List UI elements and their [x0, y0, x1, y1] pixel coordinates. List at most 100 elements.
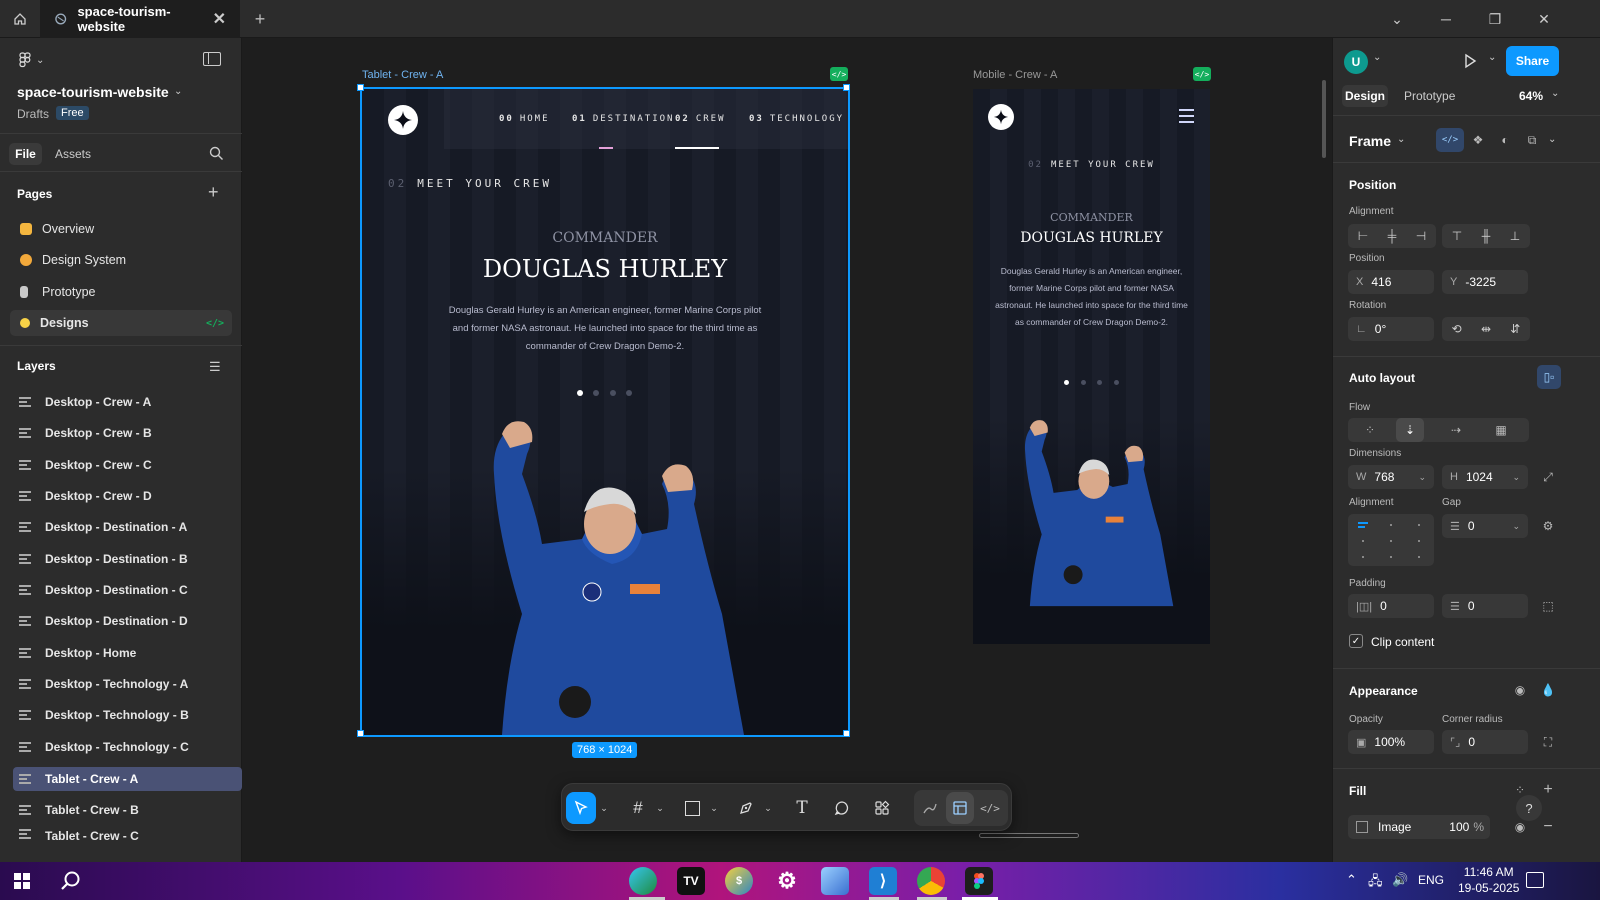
- layer-item[interactable]: Desktop - Home: [13, 641, 242, 665]
- vscode-icon[interactable]: ⟩: [869, 867, 897, 895]
- advanced-layout-icon[interactable]: ⚙: [1534, 514, 1562, 538]
- settings-gear-icon[interactable]: ⚙: [773, 867, 801, 895]
- search-icon[interactable]: [60, 870, 82, 897]
- page-item-prototype[interactable]: Prototype: [10, 279, 232, 305]
- show-hidden-icons[interactable]: ⌃: [1346, 872, 1357, 888]
- chevron-down-icon[interactable]: ⌄: [1488, 52, 1496, 63]
- individual-padding-icon[interactable]: ⬚: [1534, 594, 1562, 618]
- nav-technology[interactable]: 03 TECHNOLOGY: [749, 114, 844, 124]
- zoom-level[interactable]: 64%: [1519, 89, 1543, 103]
- file-tab[interactable]: space-tourism-website ✕: [40, 0, 240, 38]
- resize-handle[interactable]: [357, 84, 364, 91]
- chevron-down-icon[interactable]: ⌄: [1551, 88, 1559, 99]
- canvas[interactable]: Tablet - Crew - A </> 00 HOME 01 DESTINATI…: [242, 38, 1363, 862]
- flow-vertical-icon[interactable]: ⇣: [1396, 418, 1424, 442]
- minimize-icon[interactable]: ─: [1421, 0, 1471, 38]
- present-button[interactable]: [1462, 53, 1478, 74]
- layer-item[interactable]: Desktop - Technology - A: [13, 672, 242, 696]
- layer-item[interactable]: Desktop - Crew - A: [13, 390, 242, 414]
- toggle-sidebar-icon[interactable]: [203, 52, 221, 66]
- language-indicator[interactable]: ENG: [1418, 873, 1444, 887]
- tablet-crew-frame[interactable]: 00 HOME 01 DESTINATION 02 CREW 03 TECHNOLOGY…: [362, 89, 848, 735]
- resize-handle[interactable]: [843, 730, 850, 737]
- restore-icon[interactable]: ❐: [1470, 0, 1520, 38]
- tablet-frame-label[interactable]: Tablet - Crew - A: [362, 69, 443, 81]
- remove-fill-icon[interactable]: −: [1534, 815, 1562, 839]
- chevron-down-icon[interactable]: ⌄: [654, 792, 666, 824]
- chevron-down-icon[interactable]: ⌄: [708, 792, 720, 824]
- windows-start-icon[interactable]: [14, 873, 30, 889]
- finance-app-icon[interactable]: $: [725, 867, 753, 895]
- layer-item[interactable]: Desktop - Technology - C: [13, 735, 242, 759]
- chevron-down-icon[interactable]: ⌄: [1548, 134, 1556, 145]
- flow-freeform-icon[interactable]: ⁘: [1356, 418, 1384, 442]
- x-position-field[interactable]: X 416: [1348, 270, 1434, 294]
- mobile-frame-label[interactable]: Mobile - Crew - A: [973, 69, 1057, 81]
- chrome-icon[interactable]: [917, 867, 945, 895]
- search-icon[interactable]: [209, 146, 224, 166]
- slider-dot[interactable]: [1114, 380, 1119, 385]
- corner-radius-field[interactable]: ⌜⌟ 0: [1442, 730, 1528, 754]
- component-icon[interactable]: ❖: [1464, 128, 1492, 152]
- resize-handle[interactable]: [357, 730, 364, 737]
- frame-type-label[interactable]: Frame: [1349, 133, 1391, 149]
- slider-dot[interactable]: [593, 390, 599, 396]
- boolean-icon[interactable]: ⧉: [1518, 128, 1546, 152]
- figma-app-icon[interactable]: [965, 867, 993, 895]
- flip-vertical-icon[interactable]: ⇵: [1510, 322, 1520, 336]
- align-middle-v-icon[interactable]: ╫: [1482, 229, 1491, 243]
- chevron-down-icon[interactable]: ⌄: [598, 792, 610, 824]
- layer-item[interactable]: Desktop - Destination - B: [13, 547, 242, 571]
- slider-dot-active[interactable]: [1064, 380, 1069, 385]
- autolayout-toggle-icon[interactable]: ▯▫: [1537, 365, 1561, 389]
- align-center-h-icon[interactable]: ╪: [1388, 229, 1397, 243]
- tradingview-icon[interactable]: TV: [677, 867, 705, 895]
- move-tool-button[interactable]: [566, 792, 596, 824]
- gap-field[interactable]: ☰ 0 ⌄: [1442, 514, 1528, 538]
- design-mode-icon[interactable]: [946, 792, 974, 824]
- chevron-down-icon[interactable]: ⌄: [1373, 52, 1381, 63]
- alignment-grid[interactable]: [1348, 514, 1434, 566]
- text-tool-icon[interactable]: T: [788, 792, 816, 824]
- vertical-scrollbar[interactable]: [1322, 80, 1326, 158]
- slider-dot[interactable]: [626, 390, 632, 396]
- chevron-down-icon[interactable]: ⌄: [762, 792, 774, 824]
- dev-mode-icon[interactable]: </>: [1436, 128, 1464, 152]
- close-tab-icon[interactable]: ✕: [213, 9, 226, 29]
- dev-ready-icon[interactable]: </>: [830, 67, 848, 81]
- layer-item[interactable]: Desktop - Technology - B: [13, 703, 242, 727]
- slider-dot[interactable]: [1097, 380, 1102, 385]
- draw-mode-icon[interactable]: [916, 792, 944, 824]
- constrain-proportions-icon[interactable]: ⤢: [1534, 465, 1562, 489]
- slider-dot-active[interactable]: [577, 390, 583, 396]
- tab-file[interactable]: File: [9, 143, 42, 165]
- nav-destination[interactable]: 01 DESTINATION: [572, 114, 674, 124]
- pen-tool-icon[interactable]: [732, 792, 760, 824]
- file-explorer-icon[interactable]: [821, 867, 849, 895]
- volume-icon[interactable]: 🔊: [1392, 872, 1408, 888]
- edge-browser-icon[interactable]: [629, 867, 657, 895]
- flip-horizontal-icon[interactable]: ⇹: [1481, 322, 1491, 336]
- drafts-label[interactable]: Drafts: [17, 107, 49, 121]
- mobile-crew-frame[interactable]: 02 MEET YOUR CREW COMMANDER DOUGLAS HURLE…: [973, 89, 1210, 644]
- new-tab-button[interactable]: +: [250, 0, 270, 38]
- nav-crew[interactable]: 02 CREW: [675, 114, 726, 124]
- layer-list-menu-icon[interactable]: ☰: [209, 359, 221, 375]
- blend-mode-drop-icon[interactable]: 💧: [1534, 678, 1562, 702]
- layer-item[interactable]: Desktop - Crew - C: [13, 453, 242, 477]
- align-bottom-icon[interactable]: ⊥: [1510, 229, 1520, 243]
- layer-item-selected[interactable]: Tablet - Crew - A: [13, 767, 242, 791]
- avatar[interactable]: U: [1344, 50, 1368, 74]
- clock[interactable]: 11:46 AM 19-05-2025: [1458, 865, 1519, 895]
- network-icon[interactable]: 🖧: [1368, 872, 1383, 894]
- main-menu-button[interactable]: ⌄: [18, 52, 44, 68]
- horizontal-scrollbar[interactable]: [979, 833, 1079, 838]
- align-top-icon[interactable]: ⊤: [1452, 229, 1462, 243]
- rotate-icon[interactable]: ⟲: [1452, 322, 1462, 336]
- nav-home[interactable]: 00 HOME: [499, 114, 550, 124]
- clip-content-checkbox[interactable]: ✓: [1349, 634, 1363, 648]
- comment-tool-icon[interactable]: [828, 792, 856, 824]
- vertical-padding-field[interactable]: ☰ 0: [1442, 594, 1528, 618]
- frame-tool-icon[interactable]: #: [624, 792, 652, 824]
- fill-row[interactable]: Image 100%: [1348, 815, 1490, 839]
